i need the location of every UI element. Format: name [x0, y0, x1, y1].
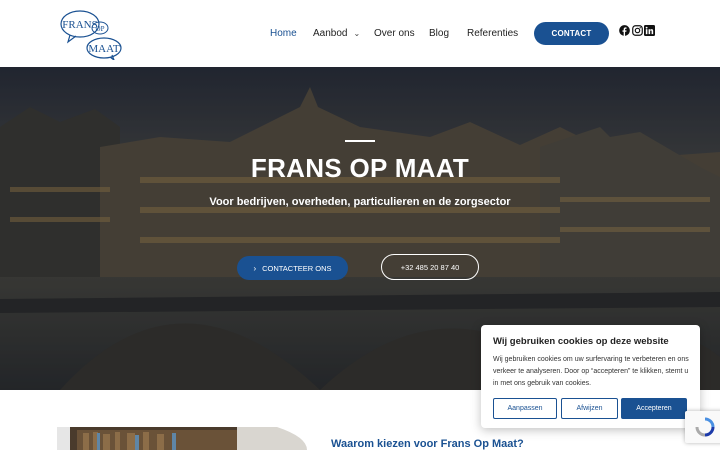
logo[interactable]: FRANS OP MAAT: [60, 8, 126, 60]
instagram-icon[interactable]: [632, 25, 643, 36]
why-choose-title: Waarom kiezen voor Frans Op Maat?: [331, 438, 524, 450]
cookie-accept-button[interactable]: Accepteren: [621, 398, 687, 419]
office-photo: [57, 427, 307, 450]
phone-button[interactable]: +32 485 20 87 40: [381, 254, 479, 280]
cookie-consent-dialog: Wij gebruiken cookies op deze website Wi…: [481, 325, 700, 428]
nav-item-home[interactable]: Home: [270, 28, 297, 39]
cookie-reject-button[interactable]: Afwijzen: [561, 398, 618, 419]
chevron-down-icon: ⌄: [353, 29, 361, 38]
nav-item-aanbod-label: Aanbod: [313, 28, 348, 39]
recaptcha-badge[interactable]: [685, 411, 720, 443]
contacteer-ons-label: CONTACTEER ONS: [262, 263, 332, 273]
chevron-right-icon: ›: [253, 263, 257, 273]
nav-item-over-ons[interactable]: Over ons: [374, 28, 415, 39]
hero-divider: [345, 140, 375, 142]
linkedin-icon[interactable]: [644, 25, 655, 36]
site-header: FRANS OP MAAT Home Aanbod ⌄ Over ons Blog…: [0, 0, 720, 67]
cookie-text: Wij gebruiken cookies om uw surfervaring…: [493, 356, 689, 387]
facebook-icon[interactable]: [619, 25, 630, 36]
logo-text-op: OP: [96, 25, 105, 33]
cookie-title: Wij gebruiken cookies op deze website: [493, 336, 669, 347]
hero-subtitle: Voor bedrijven, overheden, particulieren…: [209, 196, 511, 208]
cookie-customize-button[interactable]: Aanpassen: [493, 398, 557, 419]
hero-title: FRANS OP MAAT: [250, 153, 470, 183]
contacteer-ons-button[interactable]: › CONTACTEER ONS: [237, 256, 348, 280]
nav-item-referenties[interactable]: Referenties: [467, 28, 518, 39]
nav-item-blog[interactable]: Blog: [429, 28, 449, 39]
contact-button[interactable]: CONTACT: [534, 22, 609, 45]
recaptcha-icon: [695, 417, 715, 437]
page: FRANS OP MAAT Home Aanbod ⌄ Over ons Blog…: [0, 0, 720, 450]
nav-item-aanbod[interactable]: Aanbod ⌄: [313, 28, 360, 39]
logo-text-frans: FRANS: [62, 19, 97, 31]
logo-text-maat: MAAT: [88, 43, 119, 55]
